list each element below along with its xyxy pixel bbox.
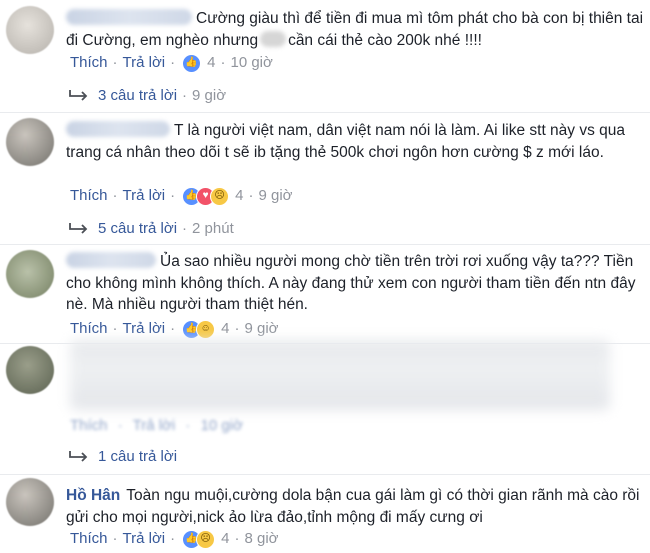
reply-link[interactable]: Trả lời xyxy=(123,318,166,340)
reaction-count[interactable]: 4 xyxy=(221,528,229,550)
replies-count[interactable]: 5 câu trả lời xyxy=(98,218,177,240)
reaction-count[interactable]: 4 xyxy=(235,185,243,207)
comment-body: Hồ Hân Toàn ngu muội,cường dola bận cua g… xyxy=(66,485,646,528)
comment-actions: Thích · Trả lời · 👍 4 · 10 giờ xyxy=(70,52,273,74)
haha-reaction-icon: ☺ xyxy=(196,319,216,339)
commenter-name-blurred[interactable] xyxy=(66,121,170,137)
sad-reaction-icon: ☹ xyxy=(210,186,230,206)
replies-count[interactable]: 3 câu trả lời xyxy=(98,85,177,107)
like-link[interactable]: Thích xyxy=(70,528,108,550)
reply-link[interactable]: Trả lời xyxy=(133,417,176,434)
comment-actions: Thích · Trả lời · 👍 ☹ 4 · 8 giờ xyxy=(70,528,279,550)
like-link[interactable]: Thích xyxy=(70,318,108,340)
replies-time: 9 giờ xyxy=(192,87,227,104)
timestamp[interactable]: 9 giờ xyxy=(244,318,278,340)
reply-arrow-icon xyxy=(69,223,88,234)
comment-text: cần cái thẻ cào 200k nhé !!!! xyxy=(288,31,482,49)
reactions[interactable]: 👍 ♥ ☹ xyxy=(182,186,230,206)
avatar[interactable] xyxy=(6,250,54,298)
reply-arrow-icon xyxy=(69,451,88,462)
reactions[interactable]: 👍 ☺ xyxy=(182,319,216,339)
blurred-comment xyxy=(70,340,610,410)
replies-time: 2 phút xyxy=(192,220,234,237)
reply-link[interactable]: Trả lời xyxy=(123,185,166,207)
timestamp[interactable]: 10 giờ xyxy=(230,52,272,74)
reactions[interactable]: 👍 xyxy=(182,53,202,73)
divider xyxy=(0,474,650,475)
commenter-name-blurred[interactable] xyxy=(66,252,156,268)
avatar[interactable] xyxy=(6,478,54,526)
redacted-word xyxy=(260,30,287,47)
reply-link[interactable]: Trả lời xyxy=(123,528,166,550)
comment-actions: Thích · Trả lời · 👍 ♥ ☹ 4 · 9 giờ xyxy=(70,185,293,207)
comment-actions: Thích · Trả lời · 10 giờ xyxy=(70,417,243,434)
avatar[interactable] xyxy=(6,118,54,166)
reply-arrow-icon xyxy=(69,90,88,101)
timestamp[interactable]: 9 giờ xyxy=(258,185,292,207)
comment-body: T là người việt nam, dân việt nam nói là… xyxy=(66,120,646,163)
sad-reaction-icon: ☹ xyxy=(196,529,216,549)
timestamp[interactable]: 10 giờ xyxy=(201,417,243,434)
reaction-count[interactable]: 4 xyxy=(221,318,229,340)
like-link[interactable]: Thích xyxy=(70,52,108,74)
view-replies[interactable]: 1 câu trả lời xyxy=(68,446,177,468)
divider xyxy=(0,244,650,245)
comment-body: Ủa sao nhiều người mong chờ tiền trên tr… xyxy=(66,251,646,316)
commenter-name-blurred[interactable] xyxy=(66,9,192,25)
reactions[interactable]: 👍 ☹ xyxy=(182,529,216,549)
divider xyxy=(0,112,650,113)
reaction-count[interactable]: 4 xyxy=(207,52,215,74)
comment-actions: Thích · Trả lời · 👍 ☺ 4 · 9 giờ xyxy=(70,318,279,340)
like-link[interactable]: Thích xyxy=(70,417,108,434)
avatar[interactable] xyxy=(6,6,54,54)
timestamp[interactable]: 8 giờ xyxy=(244,528,278,550)
reply-link[interactable]: Trả lời xyxy=(123,52,166,74)
view-replies[interactable]: 5 câu trả lời · 2 phút xyxy=(68,218,234,240)
comment-body: Cường giàu thì để tiền đi mua mì tôm phá… xyxy=(66,8,646,51)
replies-count[interactable]: 1 câu trả lời xyxy=(98,446,177,468)
like-reaction-icon: 👍 xyxy=(182,53,202,73)
avatar[interactable] xyxy=(6,346,54,394)
like-link[interactable]: Thích xyxy=(70,185,108,207)
comment-text: Toàn ngu muội,cường dola bận cua gái làm… xyxy=(66,487,640,526)
view-replies[interactable]: 3 câu trả lời · 9 giờ xyxy=(68,85,226,107)
commenter-name[interactable]: Hồ Hân xyxy=(66,487,120,504)
